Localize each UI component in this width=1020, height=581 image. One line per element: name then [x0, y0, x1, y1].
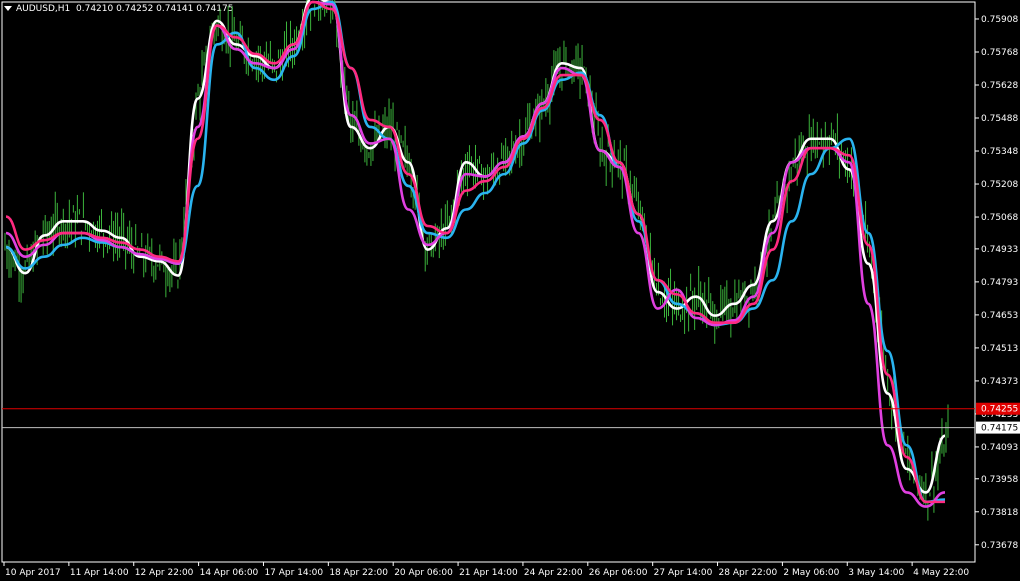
- price-tick-label: 0.75348: [981, 147, 1018, 157]
- price-tick-label: 0.75628: [981, 81, 1018, 91]
- price-tick-label: 0.75908: [981, 15, 1018, 25]
- time-tick-label: 26 Apr 06:00: [589, 568, 648, 578]
- ma-line-1: [5, 0, 946, 494]
- time-tick-label: 4 May 22:00: [913, 568, 969, 578]
- price-tick-label: 0.73958: [981, 475, 1018, 485]
- price-tick-label: 0.74373: [981, 377, 1018, 387]
- time-tick-label: 12 Apr 22:00: [135, 568, 194, 578]
- time-tick-label: 14 Apr 06:00: [200, 568, 259, 578]
- price-tick-label: 0.74933: [981, 245, 1018, 255]
- price-chart[interactable]: 0.75908 0.75768 0.75628 0.75488 0.75348 0.752…: [0, 0, 1020, 581]
- time-tick-label: 17 Apr 14:00: [264, 568, 323, 578]
- price-tick-label: 0.74513: [981, 344, 1018, 354]
- price-tick-label: 0.74093: [981, 443, 1018, 453]
- time-tick-label: 21 Apr 14:00: [459, 568, 518, 578]
- price-tick-label: 0.75068: [981, 213, 1018, 223]
- time-tick-label: 11 Apr 14:00: [70, 568, 129, 578]
- time-tick-label: 10 Apr 2017: [5, 568, 61, 578]
- plot-frame: [1, 1, 976, 563]
- price-tick-label: 0.73818: [981, 508, 1018, 518]
- price-tick-label: 0.75488: [981, 114, 1018, 124]
- price-tick-label: 0.75768: [981, 48, 1018, 58]
- price-tick-label: 0.73678: [981, 541, 1018, 551]
- price-tick-label: 0.75208: [981, 180, 1018, 190]
- time-tick-label: 18 Apr 22:00: [329, 568, 388, 578]
- price-tick-label: 0.74793: [981, 278, 1018, 288]
- bid-price-label: 0.74175: [981, 424, 1018, 434]
- time-tick-label: 3 May 14:00: [848, 568, 904, 578]
- ask-price-label: 0.74255: [981, 405, 1018, 415]
- price-tick-label: 0.74653: [981, 311, 1018, 321]
- time-tick-label: 28 Apr 22:00: [719, 568, 778, 578]
- time-tick-label: 24 Apr 22:00: [524, 568, 583, 578]
- ma-line-3: [5, 0, 946, 508]
- time-tick-label: 2 May 06:00: [783, 568, 839, 578]
- ma-line-4: [5, 0, 945, 504]
- time-tick-label: 27 Apr 14:00: [654, 568, 713, 578]
- time-tick-label: 20 Apr 06:00: [394, 568, 453, 578]
